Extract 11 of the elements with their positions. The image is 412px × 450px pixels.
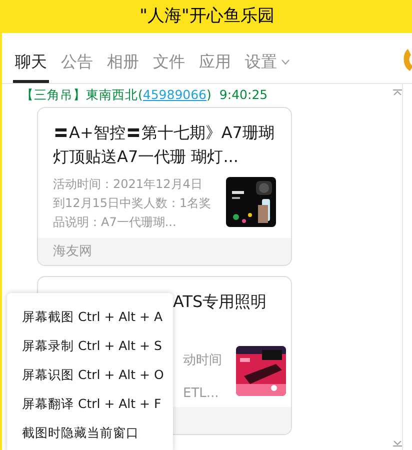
card-description: ETL...: [183, 385, 219, 402]
message-time: 9:40:25: [219, 86, 268, 104]
card-title: 〓A+智控〓第十七期》A7珊瑚灯顶贴送A7一代珊 瑚灯...: [53, 122, 276, 168]
card-description: 动时间: [183, 352, 222, 369]
card-description: 活动时间：2021年12月4日到12月15日中奖人数：1名奖品说明：A7一代珊瑚...: [53, 176, 212, 231]
member-role: 【三角吊】: [21, 86, 86, 104]
sender-name: 東南西北(: [86, 86, 143, 104]
card-source: 海友网: [53, 242, 92, 261]
card-title: ATS专用照明: [173, 292, 267, 311]
sender-name-end: ): [206, 86, 212, 104]
window-title: "人海"开心鱼乐园: [140, 4, 274, 28]
